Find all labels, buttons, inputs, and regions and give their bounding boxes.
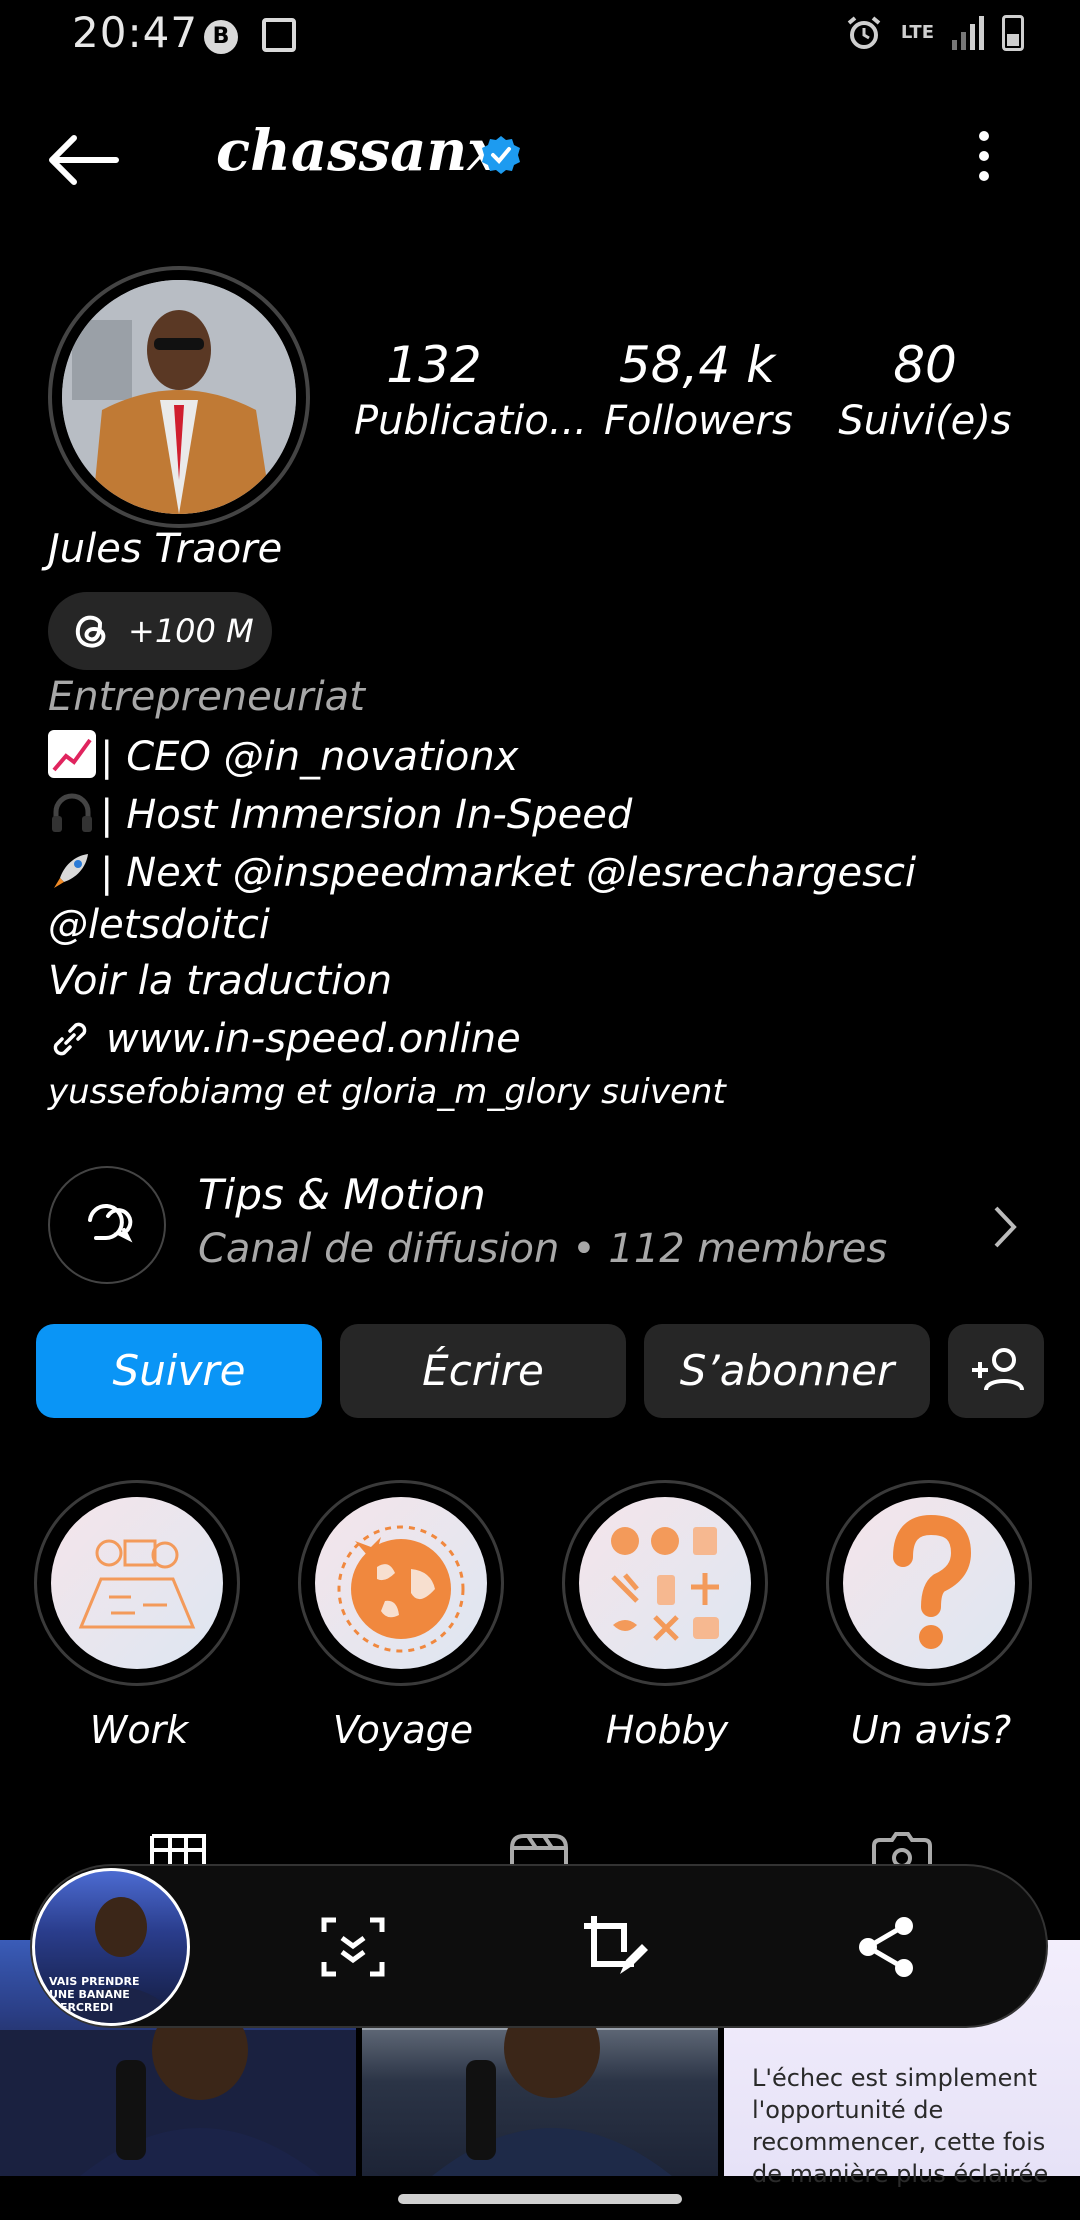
stat-followers-label: Followers xyxy=(604,398,793,444)
status-bar: 20:47 B LTE xyxy=(0,0,1080,70)
highlight-ring xyxy=(826,1480,1032,1686)
channel-title[interactable]: Tips & Motion xyxy=(198,1170,486,1219)
scroll-capture-icon[interactable] xyxy=(318,1912,388,1982)
broadcast-channel-icon xyxy=(88,1204,133,1243)
subscribe-button[interactable]: S’abonner xyxy=(644,1324,930,1418)
globe-airplane-icon xyxy=(315,1497,487,1669)
link-icon xyxy=(53,1022,87,1056)
profile-category: Entrepreneuriat xyxy=(48,674,365,720)
highlight-voyage[interactable]: Voyage xyxy=(298,1480,508,1752)
back-arrow-icon[interactable] xyxy=(44,130,124,190)
profile-link-text[interactable]: www.in-speed.online xyxy=(106,1016,521,1062)
profile-link[interactable]: www.in-speed.online xyxy=(48,1016,521,1062)
stat-posts-value: 132 xyxy=(386,336,482,394)
bio-line-4[interactable]: @letsdoitci xyxy=(48,902,270,948)
status-time: 20:47 xyxy=(72,8,199,57)
highlight-label: Voyage xyxy=(332,1708,474,1752)
highlight-label: Work xyxy=(89,1708,189,1752)
verified-badge-icon xyxy=(482,136,520,174)
b-notification-icon: B xyxy=(204,20,238,54)
chart-increasing-icon xyxy=(48,730,96,778)
crop-edit-icon[interactable] xyxy=(580,1912,650,1982)
share-icon[interactable] xyxy=(852,1912,922,1982)
threads-badge-text: +100 M xyxy=(128,612,254,650)
stat-followers[interactable]: 58,4 k Followers xyxy=(604,336,793,444)
highlight-label: Hobby xyxy=(605,1708,729,1752)
highlight-label: Un avis? xyxy=(850,1708,1012,1752)
stat-posts-label: Publicatio... xyxy=(354,398,588,444)
more-options-icon[interactable] xyxy=(966,128,1002,184)
screenshot-preview-caption: VAIS PRENDRE UNE BANANE MERCREDI xyxy=(49,1975,140,2014)
bio-line-1: | CEO @in_novationx xyxy=(48,730,518,780)
stat-followers-value: 58,4 k xyxy=(618,336,776,394)
header-username: chassanx xyxy=(216,118,501,184)
bio-line-1-text: | CEO @in_novationx xyxy=(100,734,519,780)
threads-icon xyxy=(75,615,106,648)
rocket-icon xyxy=(48,846,96,894)
followed-by-text[interactable]: yussefobiamg et gloria_m_glory suivent xyxy=(48,1072,726,1112)
battery-icon xyxy=(1002,15,1024,51)
lte-indicator: LTE xyxy=(900,22,934,43)
alarm-icon xyxy=(847,16,881,49)
image-notification-icon xyxy=(262,18,296,52)
headphones-icon xyxy=(48,788,96,836)
question-mark-icon xyxy=(843,1497,1015,1669)
signal-icon xyxy=(952,16,984,50)
highlight-hobby[interactable]: Hobby xyxy=(562,1480,772,1752)
highlight-ring xyxy=(298,1480,504,1686)
hobbies-icon xyxy=(579,1497,751,1669)
highlight-un-avis[interactable]: Un avis? xyxy=(826,1480,1036,1752)
post-quote-text: L'échec est simplement l'opportunité de … xyxy=(752,2064,1049,2188)
suggest-users-button[interactable] xyxy=(948,1324,1044,1418)
channel-subtitle: Canal de diffusion • 112 membres xyxy=(198,1226,888,1272)
message-button[interactable]: Écrire xyxy=(340,1324,626,1418)
bio-line-3-text[interactable]: | Next @inspeedmarket @lesrechargesci xyxy=(100,850,916,896)
meeting-icon xyxy=(51,1497,223,1669)
see-translation-link[interactable]: Voir la traduction xyxy=(48,958,392,1004)
bio-line-3: | Next @inspeedmarket @lesrechargesci xyxy=(48,846,916,896)
highlight-ring xyxy=(562,1480,768,1686)
screenshot-preview[interactable]: VAIS PRENDRE UNE BANANE MERCREDI xyxy=(32,1868,190,2026)
stat-following[interactable]: 80 Suivi(e)s xyxy=(836,336,1014,444)
stat-posts[interactable]: 132 Publicatio... xyxy=(354,336,588,444)
gesture-nav-bar[interactable] xyxy=(398,2194,682,2204)
stat-following-label: Suivi(e)s xyxy=(838,398,1012,444)
threads-badge[interactable]: +100 M xyxy=(48,592,272,670)
bio-line-2: | Host Immersion In-Speed xyxy=(48,788,632,838)
add-person-icon xyxy=(972,1348,1024,1391)
bio-line-2-text: | Host Immersion In-Speed xyxy=(100,792,633,838)
avatar[interactable] xyxy=(62,280,296,514)
stat-following-value: 80 xyxy=(893,336,957,394)
follow-button[interactable]: Suivre xyxy=(36,1324,322,1418)
chevron-right-icon[interactable] xyxy=(990,1204,1020,1250)
profile-full-name: Jules Traore xyxy=(48,526,283,572)
channel-icon-circle[interactable] xyxy=(48,1166,166,1284)
highlight-ring xyxy=(34,1480,240,1686)
highlight-work[interactable]: Work xyxy=(34,1480,244,1752)
status-right: LTE xyxy=(845,14,1024,52)
